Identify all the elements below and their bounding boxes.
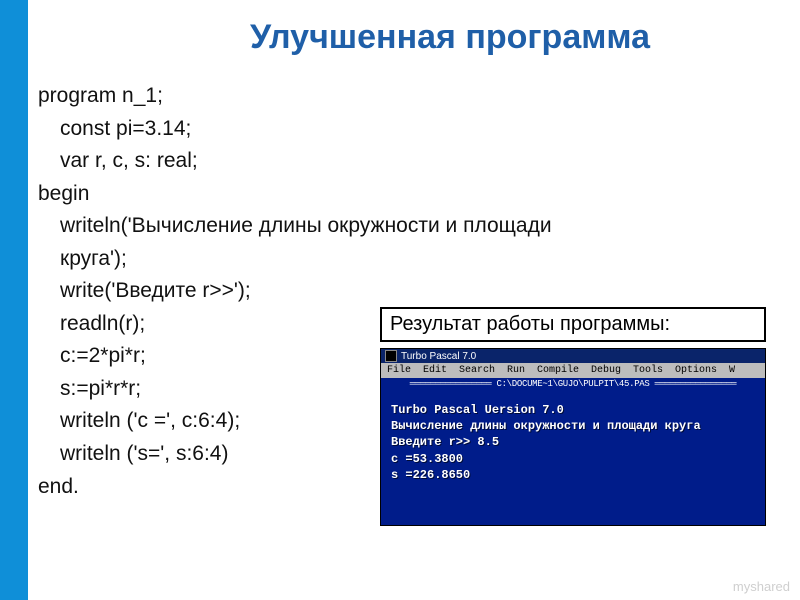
result-caption: Результат работы программы:: [380, 307, 766, 342]
terminal-body: Turbo Pascal Uersion 7.0 Вычисление длин…: [381, 390, 765, 489]
code-line: write('Введите r>>');: [38, 275, 558, 308]
terminal-line: Вычисление длины окружности и площади кр…: [391, 418, 755, 434]
terminal-prompt: Введите r>>: [391, 435, 470, 449]
terminal-line: Введите r>> 8.5: [391, 434, 755, 450]
code-line: program n_1;: [38, 80, 558, 113]
watermark: myshared: [733, 579, 790, 594]
terminal-pathline: ════════════════ C:\DOCUME~1\GUJO\PULPIT…: [381, 378, 765, 390]
left-accent-bar: [0, 0, 28, 600]
code-line: var r, c, s: real;: [38, 145, 558, 178]
terminal-line: c =53.3800: [391, 451, 755, 467]
terminal-user-input: 8.5: [470, 435, 499, 449]
terminal-titlebar: Turbo Pascal 7.0: [381, 349, 765, 363]
terminal-menubar: File Edit Search Run Compile Debug Tools…: [381, 363, 765, 378]
code-line: const pi=3.14;: [38, 113, 558, 146]
terminal-title-text: Turbo Pascal 7.0: [401, 351, 476, 362]
slide-title: Улучшенная программа: [140, 18, 760, 57]
code-line: begin: [38, 178, 558, 211]
terminal-window: Turbo Pascal 7.0 File Edit Search Run Co…: [380, 348, 766, 526]
terminal-line: Turbo Pascal Uersion 7.0: [391, 402, 755, 418]
terminal-line: s =226.8650: [391, 467, 755, 483]
terminal-icon: [385, 350, 397, 362]
code-line: writeln('Вычисление длины окружности и п…: [38, 210, 558, 275]
